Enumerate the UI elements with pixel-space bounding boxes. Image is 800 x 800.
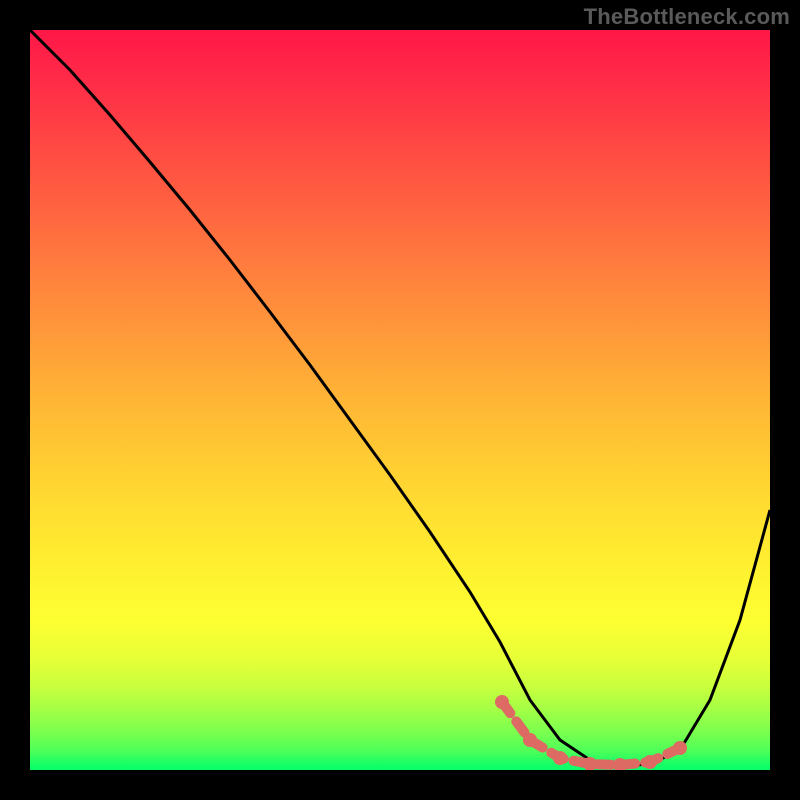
chart-frame: TheBottleneck.com bbox=[0, 0, 800, 800]
watermark-text: TheBottleneck.com bbox=[584, 4, 790, 30]
plot-area bbox=[30, 30, 770, 770]
optimal-region bbox=[495, 695, 687, 770]
highlight-layer bbox=[30, 30, 770, 770]
